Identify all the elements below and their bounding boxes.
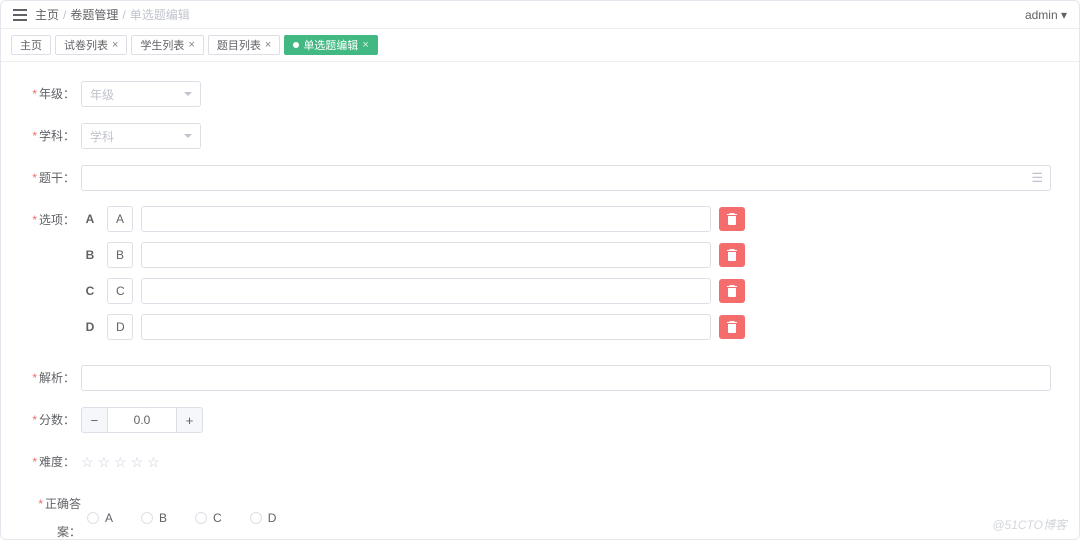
- breadcrumb-current: 单选题编辑: [130, 6, 190, 23]
- subject-label: *学科：: [21, 122, 81, 150]
- option-row: D: [81, 314, 781, 340]
- option-prefix-input[interactable]: [107, 242, 133, 268]
- delete-option-button[interactable]: [719, 279, 745, 303]
- option-key: C: [81, 284, 99, 298]
- breadcrumb-sep: /: [122, 8, 125, 22]
- trash-icon: [727, 249, 737, 261]
- score-label: *分数：: [21, 406, 81, 434]
- chevron-down-icon: [184, 92, 192, 100]
- increase-button[interactable]: +: [177, 407, 203, 433]
- active-dot-icon: [293, 42, 299, 48]
- user-menu[interactable]: admin ▾: [1025, 8, 1067, 22]
- tab-papers[interactable]: 试卷列表 ×: [55, 35, 127, 55]
- tab-questions[interactable]: 题目列表 ×: [208, 35, 280, 55]
- tab-label: 题目列表: [217, 37, 261, 53]
- breadcrumb-sep: /: [63, 8, 66, 22]
- radio-label: D: [268, 511, 277, 525]
- option-row: B: [81, 242, 781, 268]
- option-key: B: [81, 248, 99, 262]
- trash-icon: [727, 213, 737, 225]
- delete-option-button[interactable]: [719, 207, 745, 231]
- option-prefix-input[interactable]: [107, 278, 133, 304]
- answer-radio[interactable]: D: [250, 511, 277, 525]
- answer-radio-group: A B C D: [87, 511, 276, 525]
- trash-icon: [727, 321, 737, 333]
- list-icon[interactable]: ☰: [1031, 170, 1043, 186]
- difficulty-rate[interactable]: ☆ ☆ ☆ ☆ ☆: [81, 454, 160, 471]
- user-name: admin: [1025, 8, 1058, 22]
- answer-radio[interactable]: B: [141, 511, 167, 525]
- star-icon[interactable]: ☆: [81, 454, 94, 471]
- option-prefix-input[interactable]: [107, 206, 133, 232]
- stem-input[interactable]: [81, 165, 1051, 191]
- close-icon[interactable]: ×: [112, 39, 118, 51]
- star-icon[interactable]: ☆: [131, 454, 144, 471]
- option-content-input[interactable]: [141, 242, 711, 268]
- radio-icon: [250, 512, 262, 524]
- answer-radio[interactable]: C: [195, 511, 222, 525]
- select-placeholder: 年级: [90, 86, 114, 103]
- close-icon[interactable]: ×: [362, 39, 368, 51]
- chevron-down-icon: ▾: [1061, 8, 1067, 22]
- chevron-down-icon: [184, 134, 192, 142]
- tab-label: 学生列表: [140, 37, 184, 53]
- answer-label: *正确答案：: [21, 490, 87, 540]
- radio-label: B: [159, 511, 167, 525]
- options-list: A B C D: [81, 206, 781, 350]
- tab-students[interactable]: 学生列表 ×: [131, 35, 203, 55]
- tab-label: 试卷列表: [64, 37, 108, 53]
- decrease-button[interactable]: −: [81, 407, 107, 433]
- question-form: *年级： 年级 *学科： 学科 *题干： ☰ *选项： A: [1, 62, 1079, 540]
- grade-label: *年级：: [21, 80, 81, 108]
- star-icon[interactable]: ☆: [98, 454, 111, 471]
- tab-home[interactable]: 主页: [11, 35, 51, 55]
- option-row: A: [81, 206, 781, 232]
- radio-icon: [195, 512, 207, 524]
- delete-option-button[interactable]: [719, 243, 745, 267]
- tab-edit-single[interactable]: 单选题编辑 ×: [284, 35, 377, 55]
- tab-label: 单选题编辑: [303, 37, 358, 53]
- score-input[interactable]: [107, 407, 177, 433]
- stem-label: *题干：: [21, 164, 81, 192]
- answer-radio[interactable]: A: [87, 511, 113, 525]
- grade-select[interactable]: 年级: [81, 81, 201, 107]
- option-key: D: [81, 320, 99, 334]
- subject-select[interactable]: 学科: [81, 123, 201, 149]
- menu-toggle-icon[interactable]: [13, 9, 27, 21]
- option-content-input[interactable]: [141, 206, 711, 232]
- tabs-bar: 主页 试卷列表 × 学生列表 × 题目列表 × 单选题编辑 ×: [1, 29, 1079, 62]
- options-label: *选项：: [21, 206, 81, 234]
- analysis-label: *解析：: [21, 364, 81, 392]
- option-row: C: [81, 278, 781, 304]
- header: 主页 / 卷题管理 / 单选题编辑 admin ▾: [1, 1, 1079, 29]
- close-icon[interactable]: ×: [265, 39, 271, 51]
- breadcrumb-home[interactable]: 主页: [35, 6, 59, 23]
- option-content-input[interactable]: [141, 278, 711, 304]
- breadcrumb-section[interactable]: 卷题管理: [70, 6, 118, 23]
- radio-icon: [141, 512, 153, 524]
- select-placeholder: 学科: [90, 128, 114, 145]
- difficulty-label: *难度：: [21, 448, 81, 476]
- option-content-input[interactable]: [141, 314, 711, 340]
- option-key: A: [81, 212, 99, 226]
- breadcrumb: 主页 / 卷题管理 / 单选题编辑: [35, 6, 190, 23]
- delete-option-button[interactable]: [719, 315, 745, 339]
- trash-icon: [727, 285, 737, 297]
- star-icon[interactable]: ☆: [114, 454, 127, 471]
- close-icon[interactable]: ×: [188, 39, 194, 51]
- analysis-input[interactable]: [81, 365, 1051, 391]
- radio-label: A: [105, 511, 113, 525]
- score-stepper: − +: [81, 407, 203, 433]
- star-icon[interactable]: ☆: [147, 454, 160, 471]
- option-prefix-input[interactable]: [107, 314, 133, 340]
- radio-label: C: [213, 511, 222, 525]
- radio-icon: [87, 512, 99, 524]
- tab-label: 主页: [20, 37, 42, 53]
